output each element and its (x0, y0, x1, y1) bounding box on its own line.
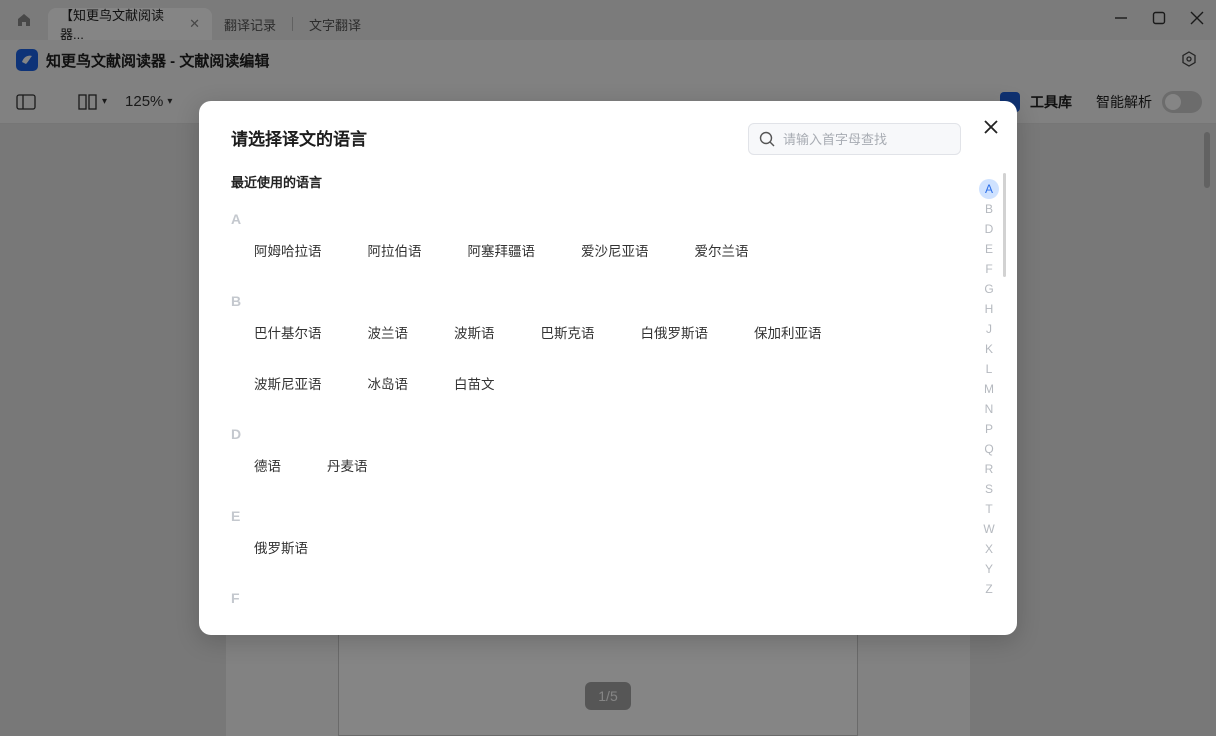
alphabet-index-letter[interactable]: R (979, 459, 999, 479)
language-items: 巴什基尔语 波兰语 波斯语 巴斯克语 白俄罗斯语 保加利亚语波斯尼亚语 冰岛语 白苗文 (231, 324, 971, 426)
alphabet-index-letter[interactable]: T (979, 499, 999, 519)
language-option[interactable]: 波斯尼亚语 (254, 375, 322, 395)
alphabet-index-letter[interactable]: D (979, 219, 999, 239)
dialog-title: 请选择译文的语言 (231, 130, 367, 149)
alphabet-index-letter[interactable]: Z (979, 579, 999, 599)
dialog-scrollbar[interactable] (1003, 173, 1006, 277)
language-search-input[interactable] (783, 131, 953, 147)
dialog-close-button[interactable] (979, 115, 1003, 139)
language-dialog: 请选择译文的语言 最近使用的语言 A 阿姆哈拉语 阿拉伯语 阿塞拜疆语 爱沙尼亚语 爱尔兰… (199, 101, 1017, 635)
language-option[interactable]: 阿塞拜疆语 (468, 242, 536, 262)
search-icon (759, 131, 775, 147)
language-option[interactable]: 白苗文 (454, 375, 495, 395)
language-option[interactable]: 阿拉伯语 (368, 242, 422, 262)
language-option[interactable]: 巴斯克语 (541, 324, 595, 344)
language-option[interactable]: 巴什基尔语 (254, 324, 322, 344)
language-option[interactable]: 波兰语 (368, 324, 409, 344)
language-option[interactable]: 爱沙尼亚语 (581, 242, 649, 262)
group-letter: B (231, 293, 242, 309)
group-letter: E (231, 508, 241, 524)
alphabet-index-letter[interactable]: B (979, 199, 999, 219)
alphabet-index-letter[interactable]: Q (979, 439, 999, 459)
language-group: E 俄罗斯语 (231, 508, 971, 590)
language-items: 阿姆哈拉语 阿拉伯语 阿塞拜疆语 爱沙尼亚语 爱尔兰语 (231, 242, 971, 293)
close-icon (984, 120, 998, 134)
alphabet-index-letter[interactable]: J (979, 319, 999, 339)
language-option[interactable]: 丹麦语 (327, 457, 368, 477)
language-option[interactable]: 俄罗斯语 (254, 539, 308, 559)
language-items: 德语 丹麦语 (231, 457, 971, 508)
alphabet-index-letter[interactable]: G (979, 279, 999, 299)
language-items: 俄罗斯语 (231, 539, 971, 590)
alphabet-index: ABDEFGHJKLMNPQRSTWXYZ (979, 179, 999, 599)
language-group: D 德语 丹麦语 (231, 426, 971, 508)
language-search-box[interactable] (748, 123, 961, 155)
language-group: A 阿姆哈拉语 阿拉伯语 阿塞拜疆语 爱沙尼亚语 爱尔兰语 (231, 211, 971, 293)
alphabet-index-letter[interactable]: A (979, 179, 999, 199)
language-option[interactable]: 保加利亚语 (754, 324, 822, 344)
language-option[interactable]: 爱尔兰语 (695, 242, 749, 262)
alphabet-index-letter[interactable]: P (979, 419, 999, 439)
language-list: A 阿姆哈拉语 阿拉伯语 阿塞拜疆语 爱沙尼亚语 爱尔兰语 B 巴什基尔语 波兰语 波斯语 巴斯克语… (231, 211, 971, 611)
group-letter: D (231, 426, 242, 442)
group-letter: F (231, 590, 240, 606)
language-option[interactable]: 波斯语 (454, 324, 495, 344)
alphabet-index-letter[interactable]: W (979, 519, 999, 539)
alphabet-index-letter[interactable]: E (979, 239, 999, 259)
language-group: F芬兰语菲律宾语斐济语法语弗里西语 (231, 590, 971, 611)
language-option[interactable]: 阿姆哈拉语 (254, 242, 322, 262)
recent-languages-title: 最近使用的语言 (231, 175, 323, 190)
alphabet-index-letter[interactable]: Y (979, 559, 999, 579)
alphabet-index-letter[interactable]: S (979, 479, 999, 499)
group-letter: A (231, 211, 242, 227)
language-group: B 巴什基尔语 波兰语 波斯语 巴斯克语 白俄罗斯语 保加利亚语波斯尼亚语 冰岛语 白苗文 (231, 293, 971, 426)
alphabet-index-letter[interactable]: K (979, 339, 999, 359)
alphabet-index-letter[interactable]: F (979, 259, 999, 279)
alphabet-index-letter[interactable]: N (979, 399, 999, 419)
language-option[interactable]: 冰岛语 (368, 375, 409, 395)
language-option[interactable]: 白俄罗斯语 (641, 324, 709, 344)
alphabet-index-letter[interactable]: M (979, 379, 999, 399)
alphabet-index-letter[interactable]: L (979, 359, 999, 379)
language-option[interactable]: 德语 (254, 457, 281, 477)
alphabet-index-letter[interactable]: X (979, 539, 999, 559)
alphabet-index-letter[interactable]: H (979, 299, 999, 319)
